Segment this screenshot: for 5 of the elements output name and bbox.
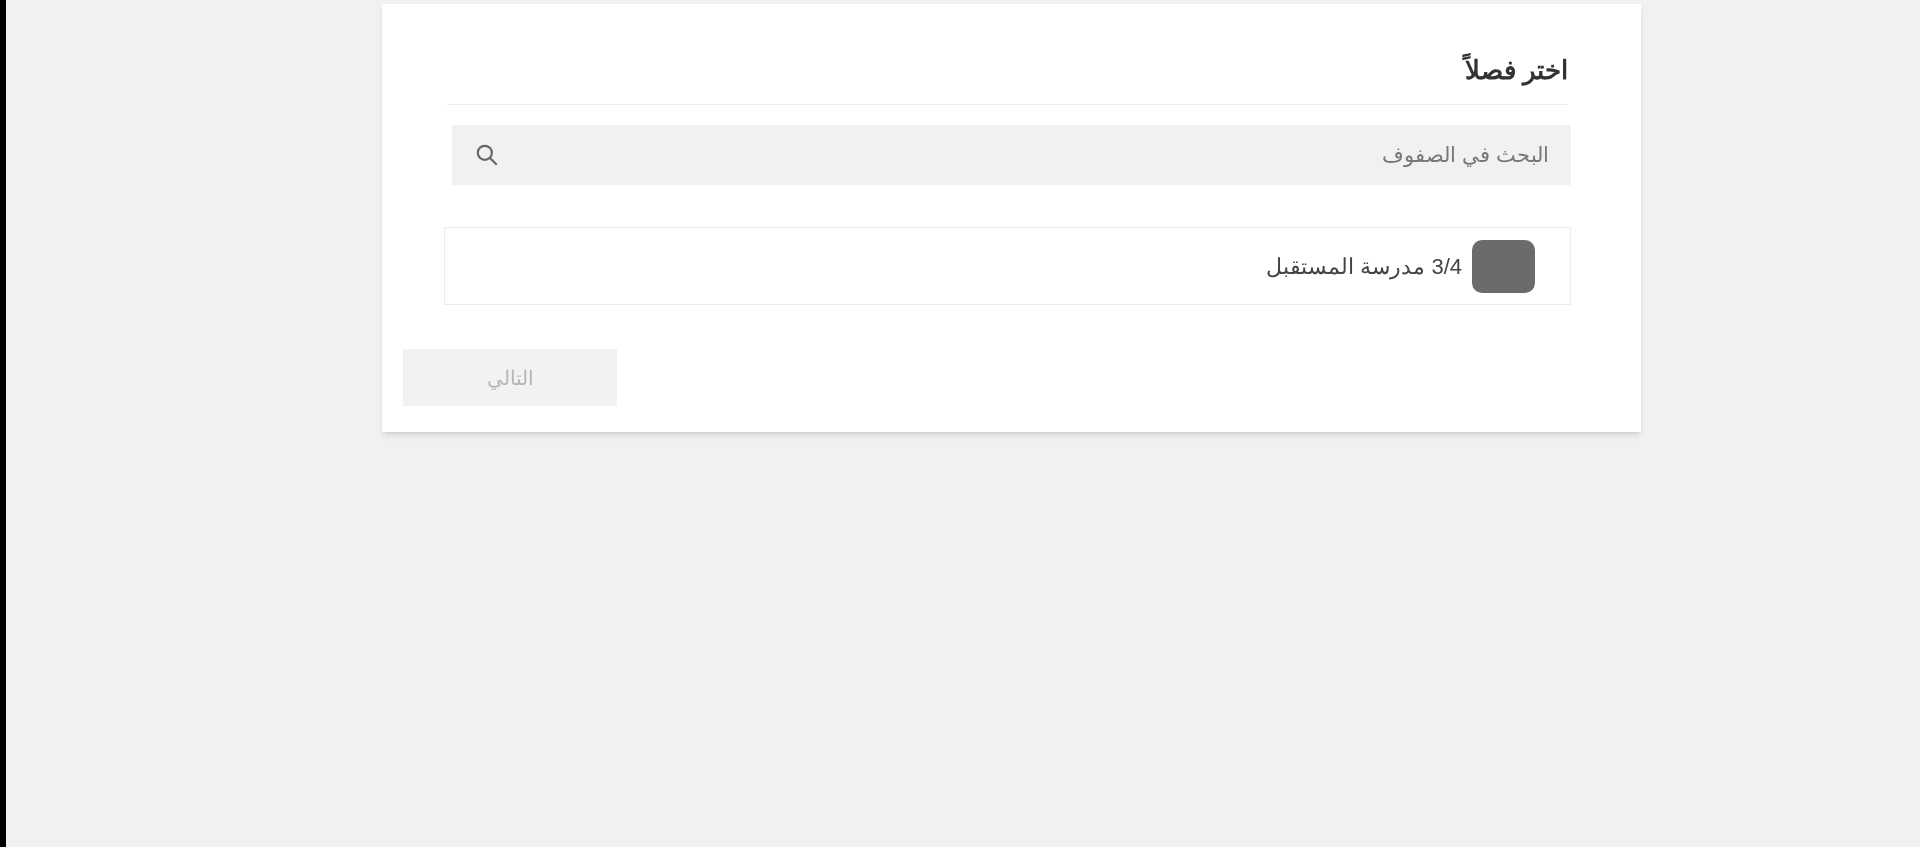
search-icon [474,142,500,168]
search-field[interactable]: البحث في الصفوف [452,125,1571,185]
class-name: 3/4 مدرسة المستقبل [1266,252,1462,282]
class-row[interactable]: 3/4 مدرسة المستقبل [444,227,1571,305]
dialog-title: اختر فصلاً [1461,52,1569,88]
